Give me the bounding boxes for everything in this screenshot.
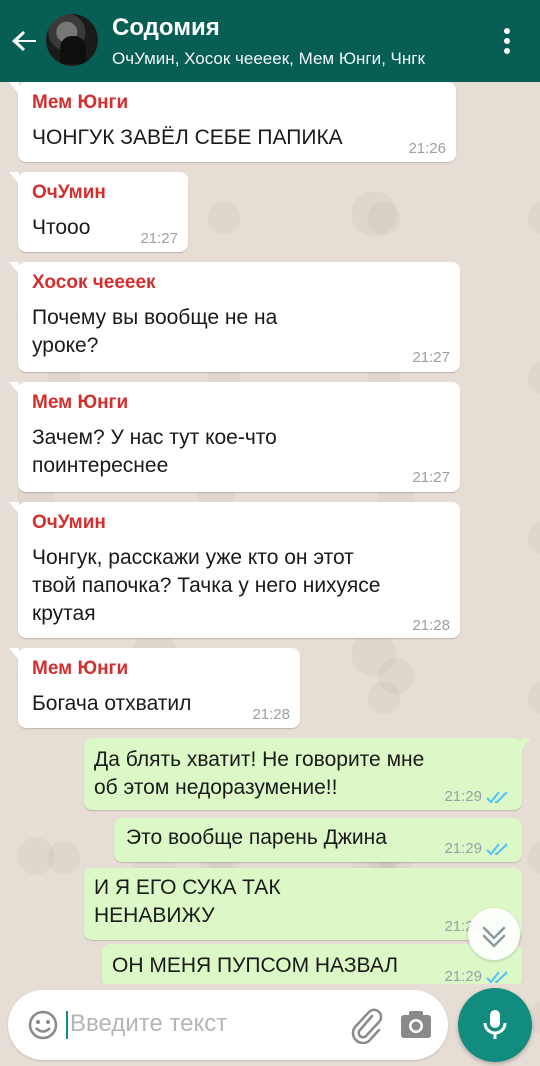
message-list[interactable]: Мем Юнги ЧОНГУК ЗАВЁЛ СЕБЕ ПАПИКА 21:26 …: [0, 82, 540, 984]
message-text: Богача отхватил: [32, 692, 192, 715]
message-bubble[interactable]: Мем Юнги Зачем? У нас тут кое-что поинте…: [9, 382, 460, 492]
message-bubble[interactable]: Да блять хватит! Не говорите мне об этом…: [84, 738, 531, 810]
message-time: 21:29: [444, 840, 482, 857]
message-input[interactable]: Введите текст: [70, 1010, 227, 1038]
message-text: ЧОНГУК ЗАВЁЛ СЕБЕ ПАПИКА: [32, 126, 343, 149]
sender-name: ОчУмин: [32, 512, 106, 533]
text-cursor: [66, 1011, 68, 1039]
message-text: Чтооо: [32, 216, 91, 239]
message-time: 21:28: [412, 617, 450, 634]
message-text: Зачем? У нас тут кое-что: [32, 426, 277, 449]
message-time: 21:27: [412, 349, 450, 366]
message-text: Почему вы вообще не на: [32, 306, 278, 329]
camera-icon[interactable]: [398, 1008, 434, 1042]
message-time: 21:27: [412, 469, 450, 486]
mic-button[interactable]: [458, 988, 532, 1062]
message-time: 21:28: [252, 706, 290, 723]
message-text: Это вообще парень Джина: [126, 826, 387, 849]
message-text: ОН МЕНЯ ПУПСОМ НАЗВАЛ: [112, 954, 399, 977]
message-time: 21:27: [140, 230, 178, 247]
message-text: твой папочка? Тачка у него нихуясе: [32, 574, 381, 597]
message-text: крутая: [32, 602, 96, 625]
group-avatar[interactable]: [46, 14, 98, 66]
more-vert-icon[interactable]: [496, 26, 518, 56]
sender-name: ОчУмин: [32, 182, 106, 203]
chat-members[interactable]: ОчУмин, Хосок чееeек, Мем Юнги, Чнгк: [112, 49, 425, 69]
double-check-icon: [486, 971, 508, 984]
message-bubble[interactable]: Мем Юнги ЧОНГУК ЗАВЁЛ СЕБЕ ПАПИКА 21:26: [9, 82, 456, 162]
sender-name: Мем Юнги: [32, 658, 129, 679]
sender-name: Мем Юнги: [32, 92, 129, 113]
paperclip-icon[interactable]: [348, 1006, 384, 1045]
message-text: об этом недоразумение!!: [94, 776, 338, 799]
message-text: поинтереснее: [32, 454, 169, 477]
message-bubble[interactable]: И Я ЕГО СУКА ТАК НЕНАВИЖУ 21:29: [84, 868, 522, 940]
mic-icon: [483, 1010, 507, 1039]
message-bubble[interactable]: Это вообще парень Джина 21:29: [114, 818, 522, 862]
chevron-down-icon: [482, 926, 506, 948]
sender-name: Мем Юнги: [32, 392, 129, 413]
message-text: уроке?: [32, 334, 99, 357]
message-bubble[interactable]: ОчУмин Чтооо 21:27: [9, 172, 188, 252]
chat-header: Содомия ОчУмин, Хосок чееeек, Мем Юнги, …: [0, 0, 540, 82]
scroll-to-bottom-button[interactable]: [468, 908, 520, 960]
chat-title[interactable]: Содомия: [112, 14, 220, 42]
back-arrow-icon[interactable]: [8, 24, 42, 58]
message-time: 21:29: [444, 788, 482, 805]
double-check-icon: [486, 791, 508, 804]
message-composer: Введите текст: [8, 990, 448, 1060]
message-text: Да блять хватит! Не говорите мне: [94, 748, 425, 771]
double-check-icon: [486, 843, 508, 856]
message-text: Чонгук, расскажи уже кто он этот: [32, 546, 354, 569]
emoji-icon[interactable]: [26, 1008, 60, 1042]
message-text: НЕНАВИЖУ: [94, 904, 215, 927]
message-bubble[interactable]: ОН МЕНЯ ПУПСОМ НАЗВАЛ 21:29: [102, 944, 522, 984]
message-bubble[interactable]: ОчУмин Чонгук, расскажи уже кто он этот …: [9, 502, 460, 638]
message-text: И Я ЕГО СУКА ТАК: [94, 876, 281, 899]
message-bubble[interactable]: Мем Юнги Богача отхватил 21:28: [9, 648, 300, 728]
message-bubble[interactable]: Хосок чееeек Почему вы вообще не на урок…: [9, 262, 460, 372]
message-time: 21:29: [444, 968, 482, 984]
message-time: 21:26: [408, 140, 446, 157]
sender-name: Хосок чееeек: [32, 272, 156, 293]
